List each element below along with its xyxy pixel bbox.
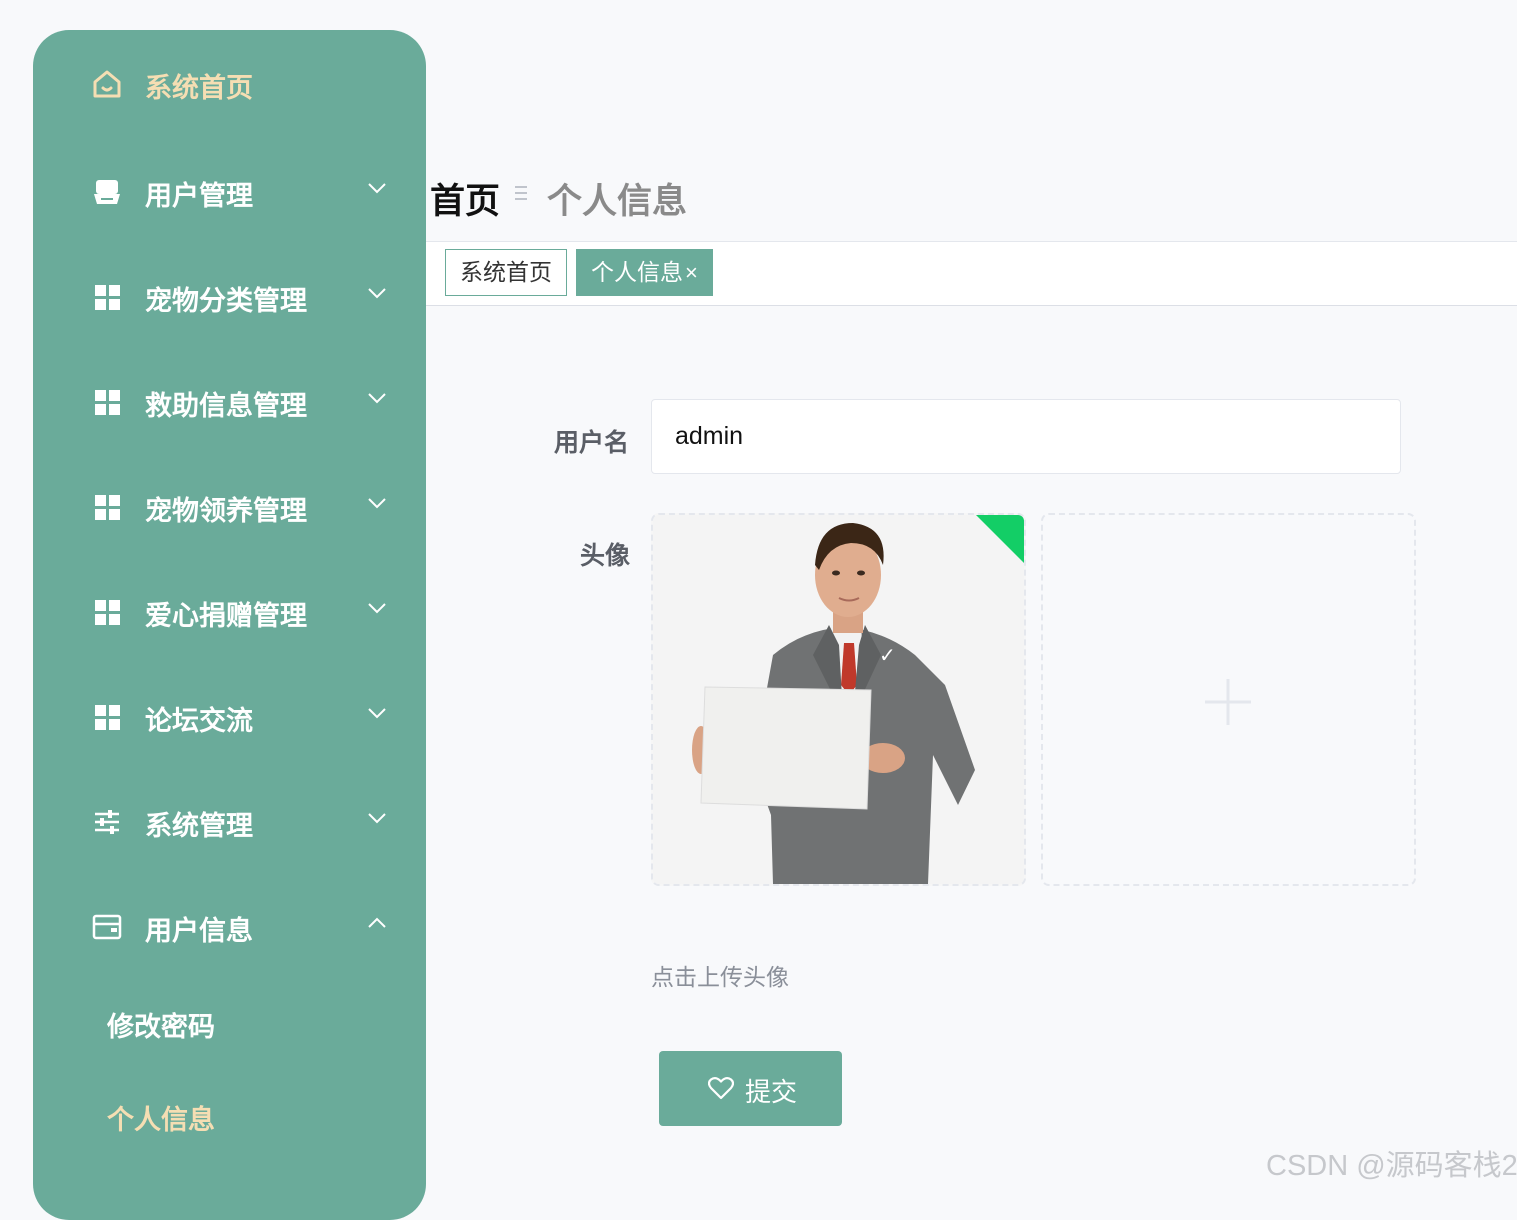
sidebar-item-label: 救助信息管理 xyxy=(145,391,307,421)
submit-button-label: 提交 xyxy=(745,1077,798,1107)
sidebar-item-user-info[interactable]: 用户信息 xyxy=(33,897,426,957)
chevron-down-icon xyxy=(368,393,386,404)
tags-view: 系统首页 个人信息× xyxy=(426,241,1517,306)
sidebar-subitem-personal-info[interactable]: 个人信息 xyxy=(33,1086,426,1146)
check-icon: ✓ xyxy=(879,645,896,667)
grid-icon xyxy=(95,600,120,625)
plus-icon xyxy=(1205,679,1251,725)
avatar-preview[interactable]: ✓ xyxy=(651,513,1026,886)
chevron-down-icon xyxy=(368,603,386,614)
chevron-down-icon xyxy=(368,288,386,299)
sidebar-item-rescue-info[interactable]: 救助信息管理 xyxy=(33,372,426,432)
sidebar-subitem-label: 个人信息 xyxy=(107,1105,215,1135)
sidebar-item-pet-adoption[interactable]: 宠物领养管理 xyxy=(33,477,426,537)
avatar-upload-trigger[interactable] xyxy=(1041,513,1416,886)
chevron-up-icon xyxy=(368,917,386,928)
avatar-image xyxy=(653,515,1024,884)
breadcrumb-current: 个人信息 xyxy=(547,182,688,221)
sidebar-item-user-management[interactable]: 用户管理 xyxy=(33,162,426,222)
sidebar-item-donation[interactable]: 爱心捐赠管理 xyxy=(33,582,426,642)
grid-icon xyxy=(95,285,120,310)
breadcrumb-home[interactable]: 首页 xyxy=(430,173,500,224)
chevron-down-icon xyxy=(368,813,386,824)
heart-icon xyxy=(708,1077,734,1100)
home-icon xyxy=(93,70,121,98)
sidebar-item-label: 用户信息 xyxy=(145,916,253,946)
sidebar-item-label: 系统管理 xyxy=(145,811,253,841)
sidebar: 系统首页 用户管理 宠物分类管理 救助信息管理 宠物领养管理 爱心捐赠管理 论坛… xyxy=(33,30,426,1220)
sidebar-subitem-label: 修改密码 xyxy=(107,1012,215,1042)
tab-label: 个人信息 xyxy=(591,259,683,285)
sidebar-item-pet-category[interactable]: 宠物分类管理 xyxy=(33,267,426,327)
chevron-down-icon xyxy=(368,183,386,194)
sidebar-subitem-change-password[interactable]: 修改密码 xyxy=(33,993,426,1053)
username-label: 用户名 xyxy=(554,429,630,457)
breadcrumb-separator-icon xyxy=(515,186,527,200)
username-input[interactable]: admin xyxy=(651,399,1401,474)
close-icon[interactable]: × xyxy=(685,260,698,285)
avatar-upload-hint: 点击上传头像 xyxy=(651,964,789,990)
sidebar-item-label: 用户管理 xyxy=(145,181,253,211)
tab-label: 系统首页 xyxy=(460,259,552,285)
watermark: CSDN @源码客栈2 xyxy=(1266,1150,1517,1182)
sidebar-item-label: 宠物领养管理 xyxy=(145,496,307,526)
chevron-down-icon xyxy=(368,498,386,509)
sidebar-item-forum[interactable]: 论坛交流 xyxy=(33,687,426,747)
avatar-label: 头像 xyxy=(580,542,631,570)
sidebar-item-label: 论坛交流 xyxy=(145,706,253,736)
sidebar-item-label: 宠物分类管理 xyxy=(145,286,307,316)
grid-icon xyxy=(95,495,120,520)
chevron-down-icon xyxy=(368,708,386,719)
grid-icon xyxy=(95,705,120,730)
sliders-icon xyxy=(95,810,119,834)
tab-personal-info[interactable]: 个人信息× xyxy=(576,249,713,296)
sidebar-item-label: 爱心捐赠管理 xyxy=(145,601,307,631)
wallet-icon xyxy=(92,914,122,940)
sidebar-item-system-management[interactable]: 系统管理 xyxy=(33,792,426,852)
tab-home[interactable]: 系统首页 xyxy=(445,249,567,296)
submit-button[interactable]: 提交 xyxy=(659,1051,842,1126)
sidebar-item-label: 系统首页 xyxy=(145,73,253,103)
sidebar-item-home[interactable]: 系统首页 xyxy=(33,54,426,114)
grid-icon xyxy=(95,390,120,415)
upload-success-badge xyxy=(974,515,1024,565)
user-icon xyxy=(94,180,120,204)
